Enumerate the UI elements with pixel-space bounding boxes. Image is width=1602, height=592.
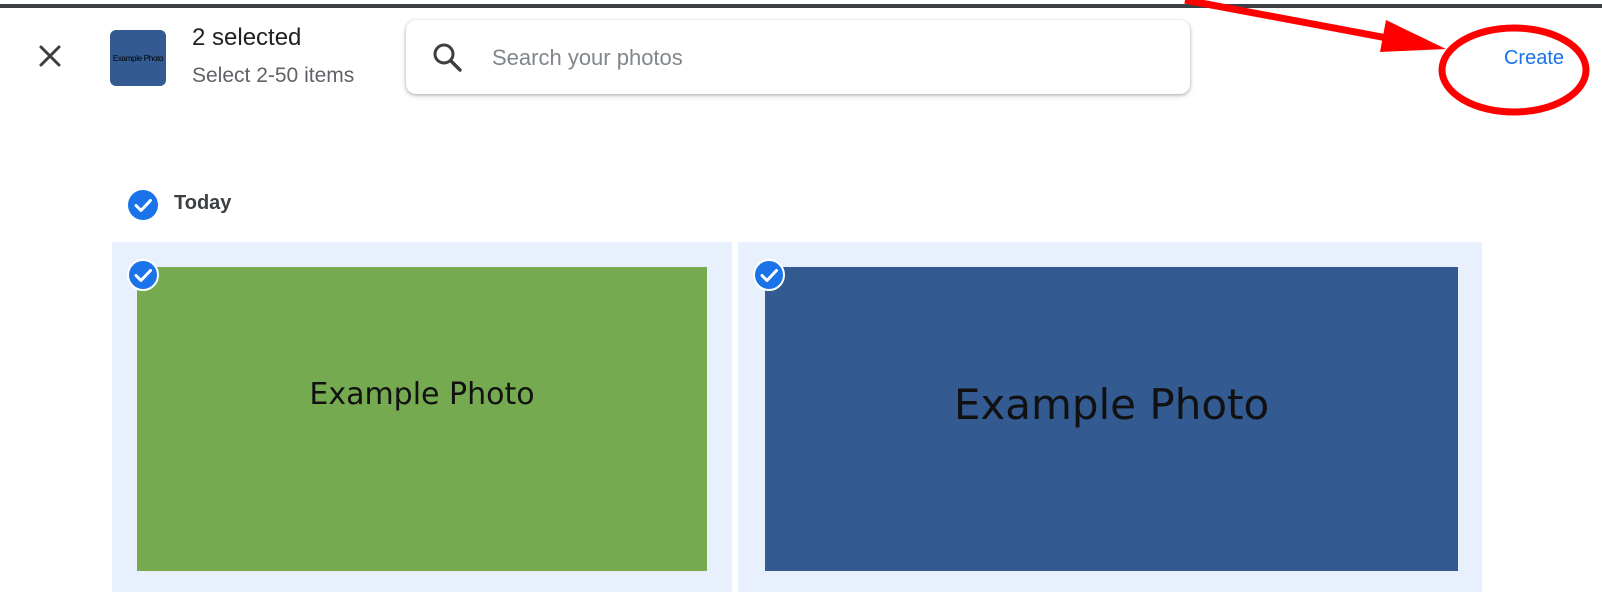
photo-selected-check-icon[interactable] bbox=[752, 258, 786, 292]
thumbnail-text: Example Photo bbox=[112, 53, 164, 63]
photo-text: Example Photo bbox=[953, 379, 1270, 429]
selection-thumbnail: Example Photo bbox=[110, 30, 166, 86]
close-icon bbox=[39, 45, 61, 67]
photo-tile[interactable]: Example Photo bbox=[738, 242, 1482, 592]
top-divider bbox=[0, 4, 1602, 8]
close-selection-button[interactable] bbox=[30, 36, 70, 76]
search-bar[interactable] bbox=[406, 20, 1190, 94]
photo-text: Example Photo bbox=[309, 376, 535, 412]
selection-hint: Select 2-50 items bbox=[192, 64, 355, 87]
select-all-today-check-icon[interactable] bbox=[126, 188, 160, 222]
selected-count: 2 selected bbox=[192, 24, 302, 51]
date-section-label: Today bbox=[174, 192, 232, 214]
create-button[interactable]: Create bbox=[1484, 40, 1584, 76]
photo-tile[interactable]: Example Photo bbox=[112, 242, 732, 592]
photo-image[interactable]: Example Photo bbox=[137, 267, 707, 571]
search-input[interactable] bbox=[490, 38, 1154, 78]
photo-image[interactable]: Example Photo bbox=[765, 267, 1458, 571]
search-icon[interactable] bbox=[430, 40, 464, 74]
photo-selected-check-icon[interactable] bbox=[126, 258, 160, 292]
